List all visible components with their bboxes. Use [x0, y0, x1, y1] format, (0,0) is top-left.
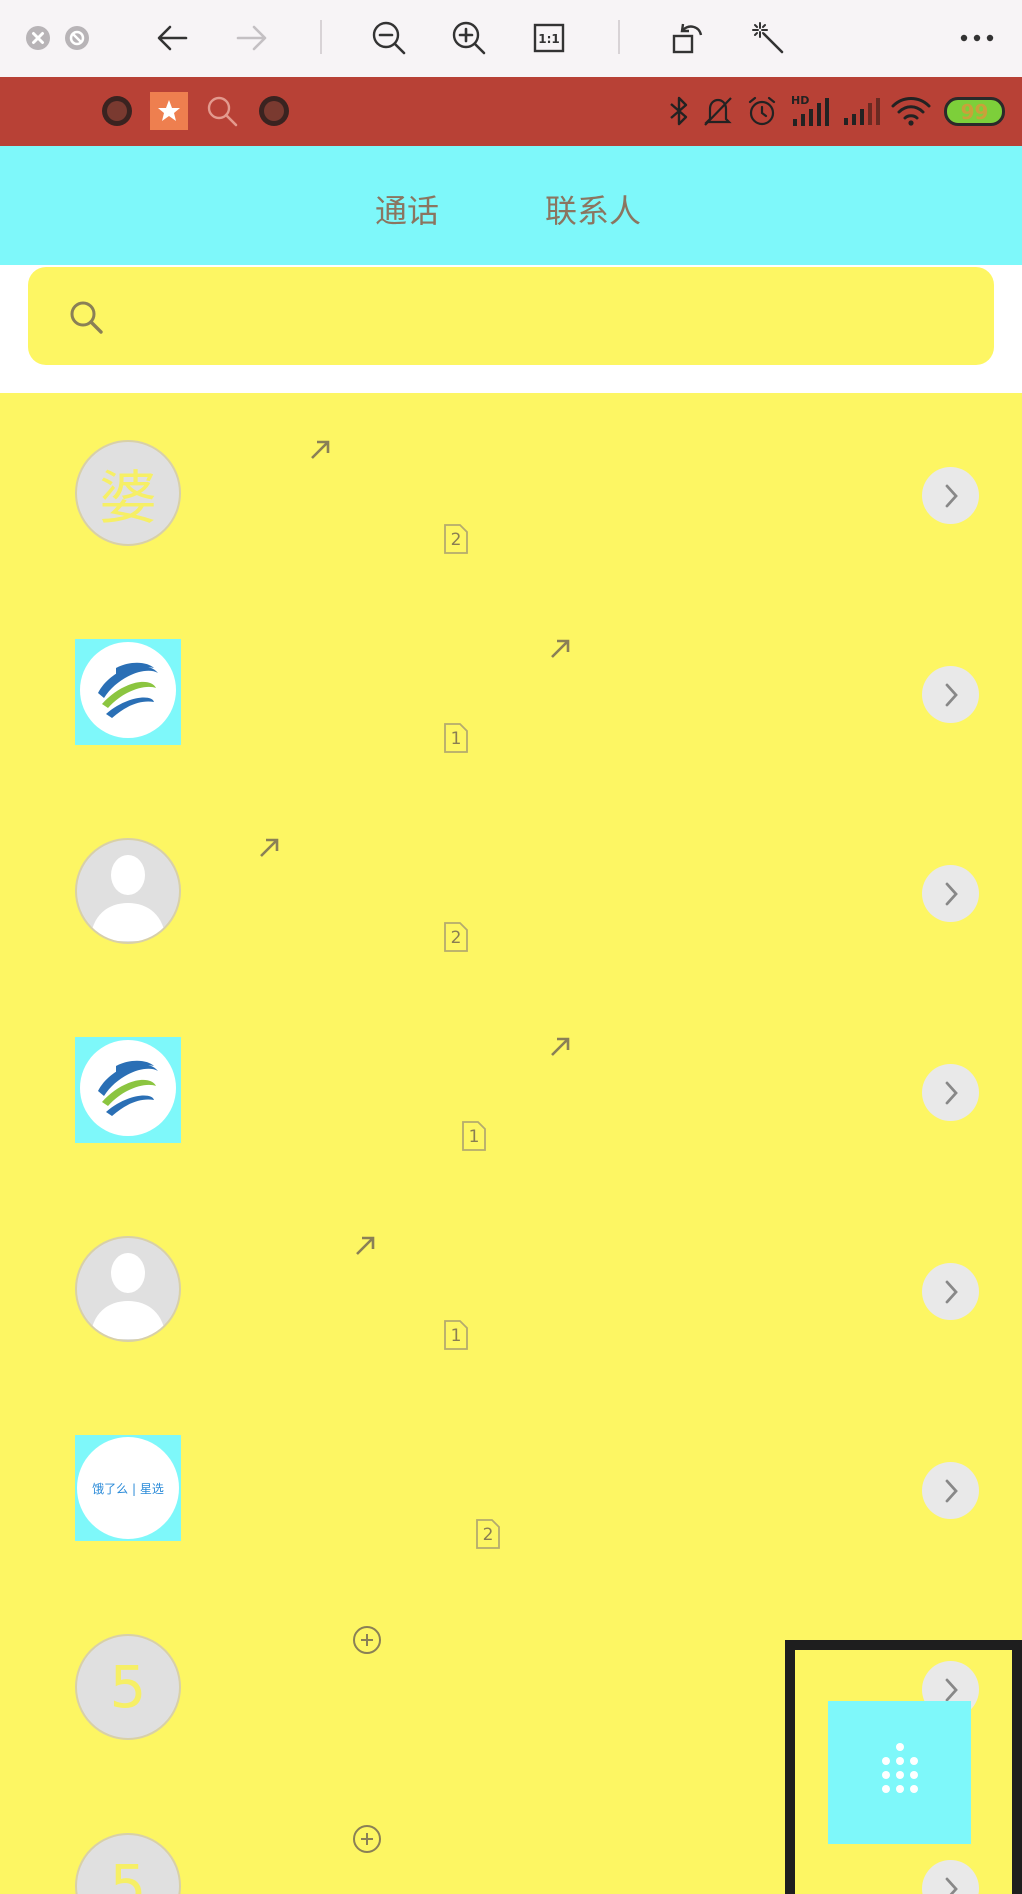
outgoing-arrow-icon: [547, 636, 573, 662]
call-log-row[interactable]: 婆 2: [0, 393, 1022, 592]
wifi-icon: [890, 92, 932, 130]
zoom-in-icon[interactable]: [445, 14, 493, 62]
mute-bell-icon: [700, 92, 736, 130]
add-circle-icon: [352, 1824, 382, 1854]
star-app-icon: [150, 92, 188, 130]
detail-chevron-button[interactable]: [922, 666, 979, 723]
china-mobile-logo-icon: [76, 1036, 180, 1144]
dialpad-icon: [876, 1741, 924, 1805]
contact-avatar: 5: [75, 1833, 181, 1894]
outgoing-arrow-icon: [307, 437, 333, 463]
contact-avatar: [75, 1037, 181, 1143]
person-silhouette-icon: [77, 1238, 179, 1340]
bluetooth-icon: [666, 92, 692, 130]
outgoing-arrow-icon: [547, 1034, 573, 1060]
sim-badge: 1: [443, 722, 469, 754]
call-log-row[interactable]: 1: [0, 592, 1022, 791]
actual-size-icon[interactable]: 1:1: [525, 14, 573, 62]
svg-text:1:1: 1:1: [538, 32, 560, 46]
battery-indicator: 99: [944, 97, 1005, 126]
detail-chevron-button[interactable]: [922, 865, 979, 922]
tab-contacts[interactable]: 联系人: [545, 186, 641, 232]
hd-signal-icon: HD: [788, 92, 830, 130]
contact-avatar: 饿了么 | 星选: [75, 1435, 181, 1541]
add-circle-icon: [352, 1625, 382, 1655]
record-icon: [255, 92, 293, 130]
contact-avatar: 婆: [75, 440, 181, 546]
toolbar-separator: [618, 20, 620, 54]
more-icon[interactable]: [953, 14, 1001, 62]
viewer-toolbar: 1:1: [0, 0, 1022, 77]
search-icon: [68, 299, 106, 341]
tab-bar: 通话 联系人: [0, 146, 1022, 265]
back-arrow-icon[interactable]: [148, 14, 196, 62]
call-log-row[interactable]: 1: [0, 990, 1022, 1189]
detail-chevron-button[interactable]: [922, 1064, 979, 1121]
sim-badge: 1: [443, 1319, 469, 1351]
person-silhouette-icon: [77, 840, 179, 942]
avatar-initial: 5: [109, 1653, 147, 1721]
status-bar: HD: [0, 77, 1022, 146]
contact-avatar: 5: [75, 1634, 181, 1740]
outgoing-arrow-icon: [352, 1233, 378, 1259]
rotate-icon[interactable]: [664, 14, 712, 62]
forward-arrow-icon[interactable]: [228, 14, 276, 62]
china-mobile-logo-icon: [76, 638, 180, 746]
signal-icon: [840, 92, 880, 130]
sim-badge: 2: [443, 523, 469, 555]
sim-badge: 2: [475, 1518, 501, 1550]
detail-chevron-button[interactable]: [922, 467, 979, 524]
alarm-icon: [744, 92, 780, 130]
tab-calls[interactable]: 通话: [375, 186, 439, 232]
zoom-out-icon[interactable]: [365, 14, 413, 62]
call-log-row[interactable]: 饿了么 | 星选 2: [0, 1388, 1022, 1587]
avatar-initial: 婆: [98, 464, 157, 532]
magic-wand-icon[interactable]: [744, 14, 792, 62]
search-icon: [203, 92, 241, 130]
outgoing-arrow-icon: [256, 835, 282, 861]
sim-badge: 2: [443, 921, 469, 953]
contact-avatar: [75, 639, 181, 745]
search-input[interactable]: [28, 267, 994, 365]
record-icon: [98, 92, 136, 130]
avatar-initial: 5: [109, 1852, 147, 1894]
svg-text:HD: HD: [791, 94, 809, 107]
sim-badge: 1: [461, 1120, 487, 1152]
dialpad-button[interactable]: [828, 1701, 971, 1844]
eleme-logo-text: 饿了么 | 星选: [92, 1481, 164, 1496]
stop-icon[interactable]: [53, 14, 101, 62]
contact-avatar: [75, 838, 181, 944]
detail-chevron-button[interactable]: [922, 1263, 979, 1320]
call-log-row[interactable]: 2: [0, 791, 1022, 990]
eleme-logo-icon: 饿了么 | 星选: [77, 1437, 179, 1539]
detail-chevron-button[interactable]: [922, 1462, 979, 1519]
toolbar-separator: [320, 20, 322, 54]
call-log-row[interactable]: 1: [0, 1189, 1022, 1388]
contact-avatar: [75, 1236, 181, 1342]
